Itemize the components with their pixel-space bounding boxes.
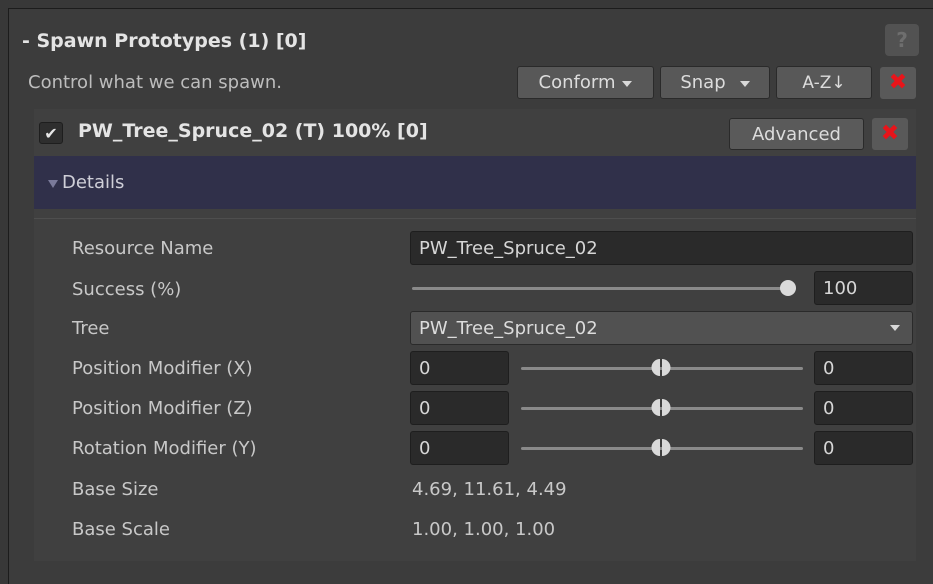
tree-dropdown-value: PW_Tree_Spruce_02 bbox=[419, 317, 598, 339]
tree-dropdown[interactable]: PW_Tree_Spruce_02 bbox=[410, 311, 913, 345]
section-description: Control what we can spawn. bbox=[28, 72, 282, 93]
conform-label: Conform bbox=[538, 72, 616, 93]
success-slider-track[interactable] bbox=[412, 287, 796, 290]
base-scale-label: Base Scale bbox=[72, 519, 170, 540]
details-foldout-label[interactable]: Details bbox=[62, 172, 124, 193]
remove-prototype-button[interactable]: ✖ bbox=[872, 118, 908, 150]
tree-label: Tree bbox=[72, 318, 110, 339]
success-slider-handle[interactable] bbox=[780, 280, 796, 296]
success-label: Success (%) bbox=[72, 279, 182, 300]
close-icon: ✖ bbox=[888, 70, 908, 95]
sort-az-button[interactable]: A-Z↓ bbox=[776, 66, 872, 99]
advanced-label: Advanced bbox=[752, 123, 841, 145]
prototype-title[interactable]: PW_Tree_Spruce_02 (T) 100% [0] bbox=[78, 120, 428, 142]
prototype-active-checkbox[interactable]: ✔ bbox=[39, 122, 63, 144]
snap-dropdown[interactable]: Snap bbox=[660, 66, 770, 99]
success-input[interactable]: 100 bbox=[814, 271, 913, 305]
rotation-y-min-input[interactable]: 0 bbox=[410, 431, 509, 465]
help-button[interactable]: ? bbox=[885, 24, 919, 56]
rotation-y-label: Rotation Modifier (Y) bbox=[72, 438, 257, 459]
position-x-minmax-handle[interactable] bbox=[650, 359, 672, 376]
conform-dropdown[interactable]: Conform bbox=[517, 66, 654, 99]
position-x-min-input[interactable]: 0 bbox=[410, 351, 509, 385]
position-z-min-input[interactable]: 0 bbox=[410, 391, 509, 425]
divider bbox=[34, 218, 916, 219]
position-x-label: Position Modifier (X) bbox=[72, 358, 253, 379]
chevron-down-icon bbox=[890, 325, 900, 331]
advanced-button[interactable]: Advanced bbox=[729, 118, 864, 150]
section-header-spawn-prototypes[interactable]: - Spawn Prototypes (1) [0] bbox=[22, 30, 306, 52]
rotation-y-minmax-handle[interactable] bbox=[650, 439, 672, 456]
base-size-label: Base Size bbox=[72, 479, 159, 500]
sort-az-label: A-Z↓ bbox=[802, 72, 846, 93]
resource-name-input[interactable]: PW_Tree_Spruce_02 bbox=[410, 231, 913, 265]
position-z-label: Position Modifier (Z) bbox=[72, 398, 253, 419]
chevron-down-icon bbox=[622, 80, 633, 87]
position-x-max-input[interactable]: 0 bbox=[814, 351, 913, 385]
chevron-down-icon bbox=[739, 80, 750, 87]
help-icon: ? bbox=[896, 28, 908, 52]
checkmark-icon: ✔ bbox=[44, 123, 58, 143]
foldout-expanded-icon[interactable] bbox=[48, 180, 58, 188]
close-icon: ✖ bbox=[880, 121, 900, 146]
rotation-y-max-input[interactable]: 0 bbox=[814, 431, 913, 465]
details-foldout-bar[interactable] bbox=[34, 156, 916, 209]
base-scale-value: 1.00, 1.00, 1.00 bbox=[412, 519, 556, 540]
resource-name-label: Resource Name bbox=[72, 238, 214, 259]
position-z-minmax-handle[interactable] bbox=[650, 399, 672, 416]
remove-all-button[interactable]: ✖ bbox=[880, 67, 916, 99]
base-size-value: 4.69, 11.61, 4.49 bbox=[412, 479, 567, 500]
snap-label: Snap bbox=[680, 72, 726, 93]
position-z-max-input[interactable]: 0 bbox=[814, 391, 913, 425]
